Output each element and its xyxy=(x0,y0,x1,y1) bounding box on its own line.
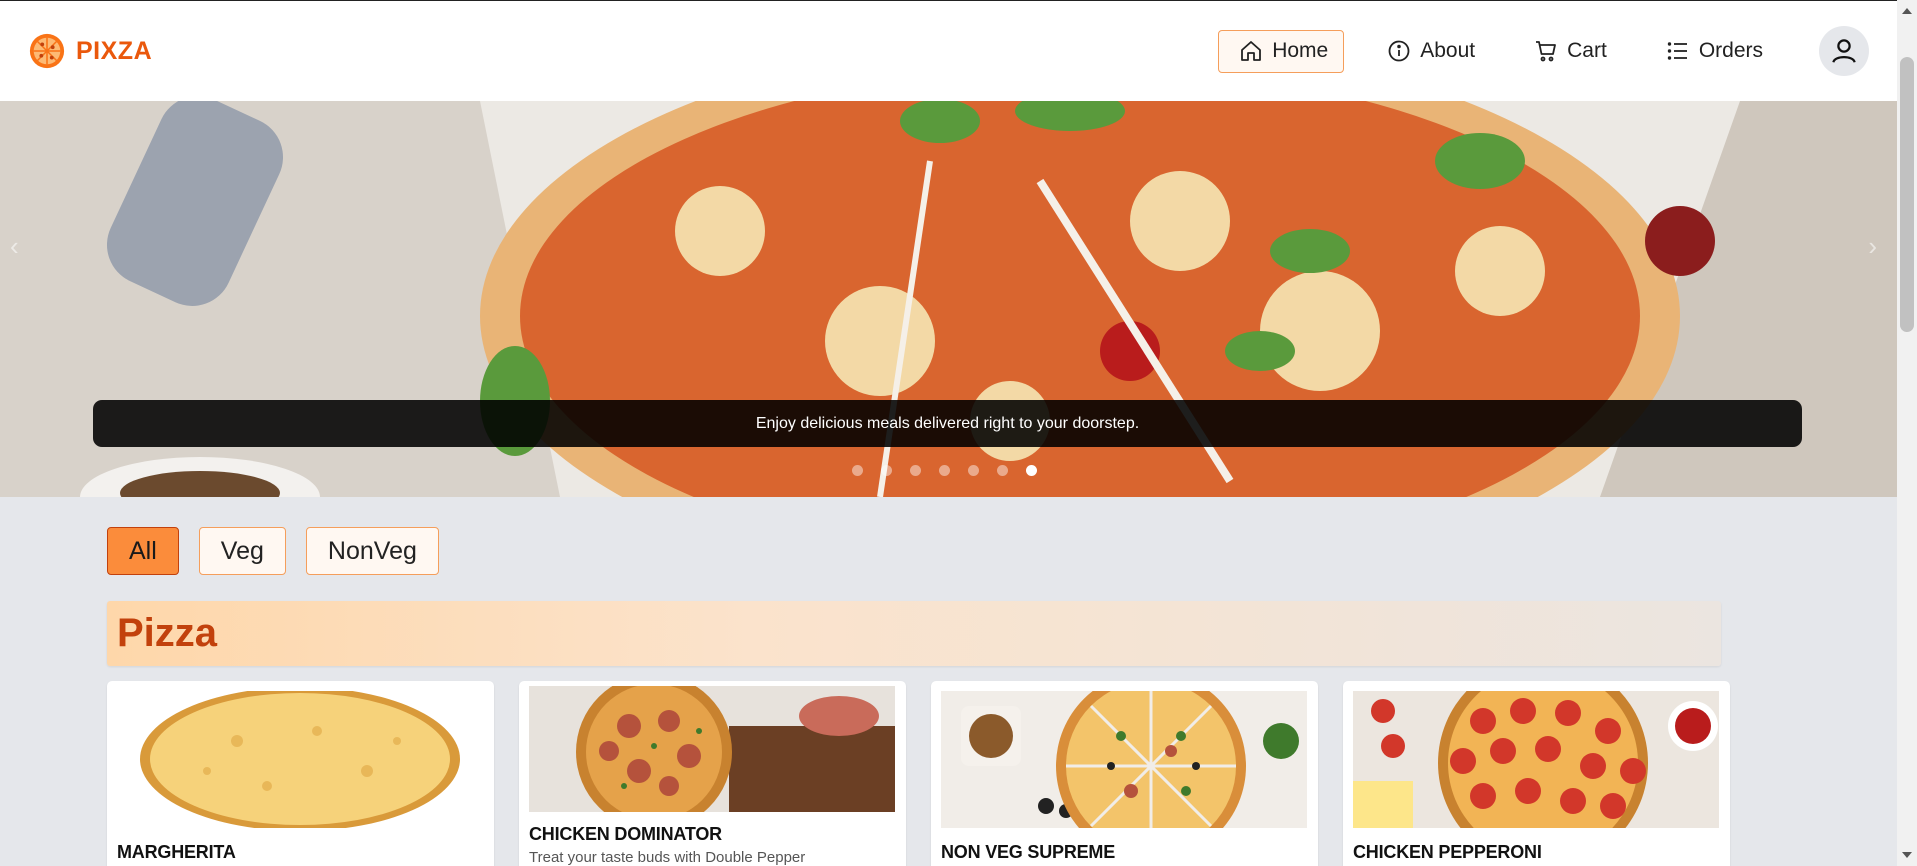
brand[interactable]: PIXZA xyxy=(28,32,152,70)
nav-orders-label: Orders xyxy=(1698,39,1763,62)
scrollbar-thumb[interactable] xyxy=(1900,57,1914,332)
filter-all-button[interactable]: All xyxy=(107,527,179,575)
product-name: MARGHERITA xyxy=(117,842,236,862)
info-icon xyxy=(1388,40,1410,62)
carousel-dot[interactable] xyxy=(881,465,892,476)
product-image xyxy=(1353,691,1719,828)
page-scrollbar[interactable] xyxy=(1897,0,1917,866)
carousel-dot[interactable] xyxy=(997,465,1008,476)
category-title: Pizza xyxy=(117,611,218,655)
top-navbar: PIXZA Home About Cart Orders xyxy=(0,0,1897,101)
nav-cart-label: Cart xyxy=(1567,39,1607,62)
brand-name: PIXZA xyxy=(76,36,153,65)
main-nav: Home About Cart Orders xyxy=(1218,26,1869,76)
product-grid: MARGHERITA CHICKEN DOMINATOR Treat your … xyxy=(107,681,1730,866)
carousel-dot[interactable] xyxy=(910,465,921,476)
home-icon xyxy=(1241,41,1262,61)
scroll-down-icon[interactable] xyxy=(1902,852,1912,858)
filter-veg-button[interactable]: Veg xyxy=(198,527,286,575)
pizza-icon xyxy=(29,33,65,69)
carousel-indicators xyxy=(852,465,1037,476)
filter-nonveg-button[interactable]: NonVeg xyxy=(305,527,439,575)
carousel-dot[interactable] xyxy=(852,465,863,476)
carousel-dot[interactable] xyxy=(939,465,950,476)
product-name: CHICKEN DOMINATOR xyxy=(529,824,722,844)
list-icon xyxy=(1667,42,1687,60)
nav-about[interactable]: About xyxy=(1366,30,1491,73)
product-description: Treat your taste buds with Double Pepper xyxy=(529,849,806,866)
product-image xyxy=(529,686,895,812)
scroll-up-icon[interactable] xyxy=(1902,8,1912,14)
hero-carousel: ‹ › Enjoy delicious meals delivered righ… xyxy=(0,101,1897,497)
product-image xyxy=(117,691,483,828)
product-name: CHICKEN PEPPERONI xyxy=(1353,842,1542,862)
nav-about-label: About xyxy=(1420,39,1476,62)
category-header: Pizza xyxy=(107,601,1721,666)
nav-home-label: Home xyxy=(1272,39,1329,62)
carousel-dot-active[interactable] xyxy=(1026,465,1037,476)
filter-group: All Veg NonVeg xyxy=(107,527,439,575)
profile-avatar[interactable] xyxy=(1819,26,1869,76)
product-card[interactable]: CHICKEN PEPPERONI xyxy=(1343,681,1730,866)
carousel-dot[interactable] xyxy=(968,465,979,476)
hero-caption: Enjoy delicious meals delivered right to… xyxy=(93,400,1802,447)
product-image xyxy=(941,691,1307,828)
product-card[interactable]: CHICKEN DOMINATOR Treat your taste buds … xyxy=(519,681,906,866)
carousel-prev-icon[interactable]: ‹ xyxy=(10,231,19,262)
nav-orders[interactable]: Orders xyxy=(1645,30,1779,73)
carousel-next-icon[interactable]: › xyxy=(1868,231,1877,262)
cart-icon xyxy=(1536,41,1557,62)
nav-home[interactable]: Home xyxy=(1218,29,1345,73)
nav-cart[interactable]: Cart xyxy=(1513,30,1623,73)
product-name: NON VEG SUPREME xyxy=(941,842,1116,862)
user-icon xyxy=(1832,39,1856,63)
product-card[interactable]: MARGHERITA xyxy=(107,681,494,866)
product-card[interactable]: NON VEG SUPREME xyxy=(931,681,1318,866)
